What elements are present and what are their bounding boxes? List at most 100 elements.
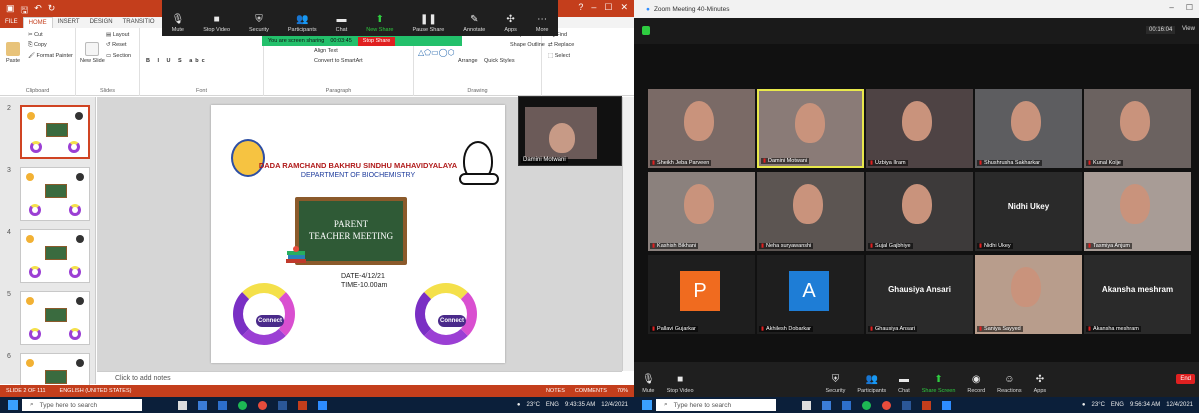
weather-icon[interactable]: ● xyxy=(1082,402,1086,408)
clock-date[interactable]: 12/4/2021 xyxy=(601,402,628,408)
file-explorer-icon[interactable] xyxy=(198,400,207,410)
convert-smartart-button[interactable]: Convert to SmartArt xyxy=(314,58,363,64)
zoom-share-button[interactable]: ⬆ New Share xyxy=(366,15,393,34)
participant-tile[interactable]: ▮ Neha suryawanshi xyxy=(757,172,864,251)
zoom-chat-button[interactable]: ▬ Chat xyxy=(336,15,348,34)
slide-thumbnail[interactable] xyxy=(20,105,90,159)
format-painter-button[interactable]: 🖌 Format Painter xyxy=(28,53,73,59)
clock-date[interactable]: 12/4/2021 xyxy=(1166,402,1193,408)
windows-start-icon[interactable] xyxy=(642,400,652,410)
participant-tile[interactable]: ▮ Damini Motwani xyxy=(757,89,864,168)
font-format-buttons[interactable]: B I U S abc xyxy=(146,58,208,64)
zoom-apps-button[interactable]: ✣ Apps xyxy=(504,15,517,34)
participant-tile[interactable]: P ▮ Pallavi Gujarkar xyxy=(648,255,755,334)
powerpoint-icon[interactable] xyxy=(298,400,307,410)
participant-tile[interactable]: ▮ Sheikh Jeba Parveen xyxy=(648,89,755,168)
zoom-self-view[interactable]: Damini Motwani xyxy=(518,96,622,166)
shapes-gallery[interactable]: △⬠▭◯⬡ xyxy=(418,48,455,57)
copy-button[interactable]: ⎘ Copy xyxy=(28,42,47,49)
powerpoint-icon[interactable] xyxy=(922,400,931,410)
spotify-icon[interactable] xyxy=(238,400,247,410)
participant-tile[interactable]: Akansha meshram ▮ Akansha meshram xyxy=(1084,255,1191,334)
zoom-apps-button[interactable]: ✣ Apps xyxy=(1034,375,1047,395)
zoom-record-button[interactable]: ◉ Record xyxy=(967,375,985,395)
encryption-shield-icon[interactable] xyxy=(642,26,650,35)
close-icon[interactable]: ✕ xyxy=(620,2,628,13)
quick-styles-button[interactable]: Quick Styles xyxy=(484,58,515,64)
zoom-video-button[interactable]: ■ Stop Video xyxy=(203,15,230,34)
zoom-mic-button[interactable]: 🎙 Mute xyxy=(172,15,185,34)
notes-pane[interactable]: Click to add notes xyxy=(97,371,622,385)
layout-button[interactable]: ▤ Layout xyxy=(106,32,129,38)
end-meeting-button[interactable]: End xyxy=(1176,374,1195,384)
zoom-app-icon[interactable] xyxy=(942,400,951,410)
participant-tile[interactable]: ▮ Saniya Sayyed xyxy=(975,255,1082,334)
store-icon[interactable] xyxy=(842,400,851,410)
task-view-icon[interactable] xyxy=(178,400,187,410)
spotify-icon[interactable] xyxy=(862,400,871,410)
tab-file[interactable]: FILE xyxy=(0,17,23,28)
zoom-pencil-button[interactable]: ✎ Annotate xyxy=(463,15,485,34)
arrange-button[interactable]: Arrange xyxy=(458,58,478,64)
participant-tile[interactable]: ▮ Uzbiya Ilram xyxy=(866,89,973,168)
replace-button[interactable]: ⇄ Replace xyxy=(548,42,574,48)
participant-tile[interactable]: ▮ Kunal Kolje xyxy=(1084,89,1191,168)
taskbar-search[interactable]: ⌕ Type here to search xyxy=(22,399,142,411)
shape-outline-button[interactable]: Shape Outline xyxy=(510,42,545,48)
chrome-icon[interactable] xyxy=(882,400,891,410)
tab-transitions[interactable]: TRANSITIO xyxy=(118,17,160,28)
view-button[interactable]: View xyxy=(1182,26,1195,32)
tab-insert[interactable]: INSERT xyxy=(53,17,85,28)
chrome-icon[interactable] xyxy=(258,400,267,410)
word-icon[interactable] xyxy=(902,400,911,410)
minimize-icon[interactable]: – xyxy=(591,2,596,13)
task-view-icon[interactable] xyxy=(802,400,811,410)
zoom-chat-button[interactable]: ▬ Chat xyxy=(898,375,910,395)
help-icon[interactable]: ? xyxy=(578,2,583,13)
lang-indicator[interactable]: ENG xyxy=(546,402,559,408)
participant-tile[interactable]: Nidhi Ukey ▮ Nidhi Ukey xyxy=(975,172,1082,251)
zoom-participants-button[interactable]: 👥 Participants xyxy=(288,15,317,34)
comments-toggle[interactable]: COMMENTS xyxy=(575,388,607,394)
clock-time[interactable]: 9:43:35 AM xyxy=(565,402,595,408)
zoom-share-button[interactable]: ⬆ Share Screen xyxy=(922,375,956,395)
participant-tile[interactable]: ▮ Tasmiya Anjum xyxy=(1084,172,1191,251)
zoom-shield-button[interactable]: ⛨ Security xyxy=(826,375,846,395)
word-icon[interactable] xyxy=(278,400,287,410)
zoom-reactions-button[interactable]: ☺ Reactions xyxy=(997,375,1021,395)
language-indicator[interactable]: ENGLISH (UNITED STATES) xyxy=(60,388,132,394)
paste-button[interactable]: Paste xyxy=(6,42,20,64)
slide-thumbnail[interactable] xyxy=(20,167,90,221)
tab-design[interactable]: DESIGN xyxy=(85,17,118,28)
maximize-icon[interactable]: ☐ xyxy=(1186,3,1193,12)
windows-start-icon[interactable] xyxy=(8,400,18,410)
reset-button[interactable]: ↺ Reset xyxy=(106,42,127,48)
new-slide-button[interactable]: New Slide xyxy=(80,42,105,64)
slide-thumbnail[interactable] xyxy=(20,291,90,345)
section-button[interactable]: ▭ Section xyxy=(106,53,131,59)
taskbar-search[interactable]: ⌕ Type here to search xyxy=(656,399,776,411)
notes-toggle[interactable]: NOTES xyxy=(546,388,565,394)
participant-tile[interactable]: Ghausiya Ansari ▮ Ghausiya Ansari xyxy=(866,255,973,334)
cut-button[interactable]: ✂ Cut xyxy=(28,32,43,38)
zoom-mic-button[interactable]: 🎙 Mute xyxy=(642,375,655,395)
participant-tile[interactable]: ▮ Kashish Bikhani xyxy=(648,172,755,251)
zoom-shield-button[interactable]: ⛨ Security xyxy=(249,15,269,34)
align-text-button[interactable]: Align Text xyxy=(314,48,338,54)
store-icon[interactable] xyxy=(218,400,227,410)
zoom-video-button[interactable]: ■ Stop Video xyxy=(667,375,694,395)
clock-time[interactable]: 9:56:34 AM xyxy=(1130,402,1160,408)
select-button[interactable]: ⬚ Select xyxy=(548,53,570,59)
maximize-icon[interactable]: ☐ xyxy=(604,2,612,13)
editor-scrollbar[interactable] xyxy=(622,97,634,371)
stop-share-button[interactable]: Stop Share xyxy=(357,36,396,46)
lang-indicator[interactable]: ENG xyxy=(1111,402,1124,408)
slide-canvas[interactable]: DADA RAMCHAND BAKHRU SINDHU MAHAVIDYALAY… xyxy=(211,105,505,363)
weather-icon[interactable]: ● xyxy=(517,402,521,408)
file-explorer-icon[interactable] xyxy=(822,400,831,410)
zoom-level[interactable]: 70% xyxy=(617,388,628,394)
participant-tile[interactable]: A ▮ Akhilesh Dobarkar xyxy=(757,255,864,334)
zoom-participants-button[interactable]: 👥 Participants xyxy=(857,375,886,395)
participant-tile[interactable]: ▮ Shushrusha Sakharkar xyxy=(975,89,1082,168)
zoom-app-icon[interactable] xyxy=(318,400,327,410)
